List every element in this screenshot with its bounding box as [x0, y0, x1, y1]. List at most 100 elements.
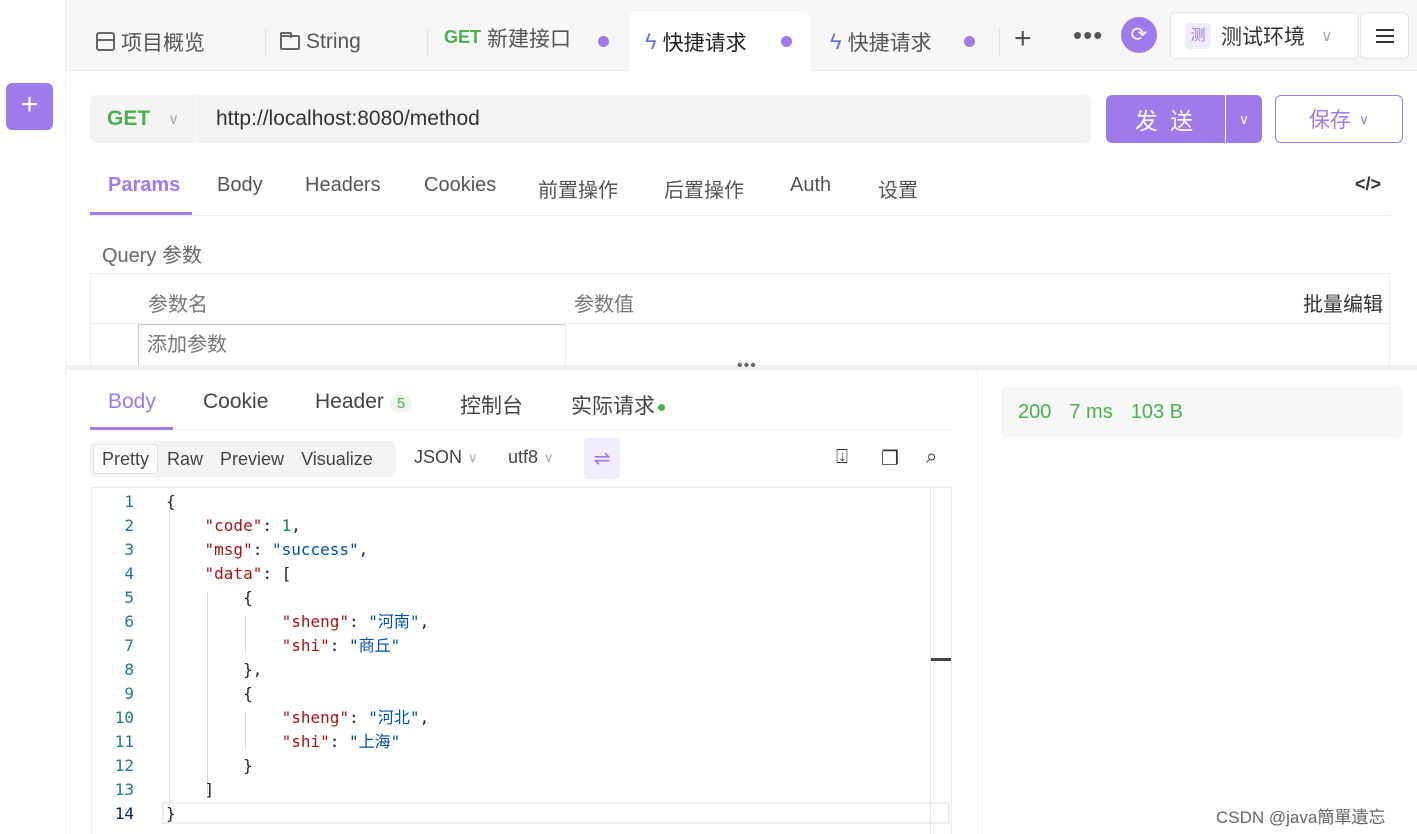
code-text: {	[166, 492, 176, 511]
col-param-name: 参数名	[148, 294, 208, 316]
tab-console[interactable]: 控制台	[460, 390, 523, 420]
tab-response-cookie[interactable]: Cookie	[203, 390, 268, 414]
response-status: 200 7 ms 103 B	[1001, 386, 1403, 438]
tab-response-body[interactable]: Body	[108, 390, 156, 414]
environment-select[interactable]: 测 测试环境 ∨	[1170, 12, 1359, 59]
code-line: 14}	[92, 802, 951, 826]
request-tabs: Params Body Headers Cookies 前置操作 后置操作 Au…	[90, 158, 1390, 216]
drag-handle-icon[interactable]: •••	[737, 357, 757, 375]
tab-settings[interactable]: 设置	[878, 174, 918, 203]
view-mode-group: Pretty Raw Preview Visualize	[90, 441, 396, 477]
code-text: "shi": "商丘"	[281, 636, 401, 655]
tab-string[interactable]: String	[264, 12, 428, 71]
tab-cookies[interactable]: Cookies	[424, 174, 496, 197]
tab-label: 项目概览	[121, 31, 205, 55]
tab-post-request[interactable]: 后置操作	[664, 174, 744, 203]
params-table-header: 参数名 参数值 批量编辑	[91, 274, 1389, 324]
line-number: 10	[114, 708, 134, 727]
encoding-select[interactable]: utf8 ∨	[508, 447, 554, 468]
code-line: 1{	[92, 490, 951, 514]
method-select[interactable]: GET ∨	[90, 95, 196, 143]
line-number: 7	[124, 636, 134, 655]
mode-raw[interactable]: Raw	[159, 444, 211, 474]
tab-label: 快捷请求	[847, 31, 932, 55]
save-button[interactable]: 保存 ∨	[1275, 95, 1403, 143]
line-number: 5	[124, 588, 134, 607]
copy-icon[interactable]: ❐	[881, 446, 899, 471]
tab-params[interactable]: Params	[108, 174, 180, 197]
chevron-down-icon: ∨	[168, 111, 180, 128]
code-text: "code": 1,	[204, 516, 301, 535]
params-table: 参数名 参数值 批量编辑	[90, 273, 1390, 366]
bulk-edit-button[interactable]: 批量编辑	[1303, 288, 1383, 317]
tab-response-header[interactable]: Header 5	[315, 390, 413, 414]
line-number: 8	[124, 660, 134, 679]
send-options-button[interactable]: ∨	[1226, 95, 1262, 143]
more-tabs-button[interactable]: •••	[1073, 20, 1103, 51]
code-line: 13 ]	[92, 778, 951, 802]
tab-auth[interactable]: Auth	[790, 174, 831, 197]
code-text: "msg": "success",	[204, 540, 369, 559]
code-text: {	[166, 684, 253, 703]
tab-project-overview[interactable]: 项目概览	[80, 12, 266, 71]
mode-pretty[interactable]: Pretty	[93, 444, 159, 474]
code-line: 4 "data": [	[92, 562, 951, 586]
tab-body[interactable]: Body	[217, 174, 263, 197]
chevron-down-icon: ∨	[1358, 110, 1370, 127]
tab-pre-request[interactable]: 前置操作	[538, 174, 618, 203]
code-text: ]	[166, 780, 215, 799]
add-param-input[interactable]	[138, 324, 566, 366]
code-line: 7 "shi": "商丘"	[92, 634, 951, 658]
mode-preview[interactable]: Preview	[212, 444, 292, 474]
url-input[interactable]	[196, 95, 1091, 143]
overview-icon	[96, 32, 115, 51]
tab-label: String	[306, 29, 361, 53]
unsaved-dot	[964, 36, 975, 47]
watermark: CSDN @java簡單遺忘	[1216, 808, 1386, 827]
format-type-select[interactable]: JSON ∨	[414, 447, 478, 468]
code-line: 12 }	[92, 754, 951, 778]
send-button[interactable]: 发 送	[1106, 95, 1225, 143]
mode-visualize[interactable]: Visualize	[293, 444, 381, 474]
active-tab-indicator	[90, 212, 192, 215]
code-line: 11 "shi": "上海"	[92, 730, 951, 754]
code-text: }	[166, 804, 176, 823]
code-line: 9 {	[92, 682, 951, 706]
new-item-button[interactable]: +	[6, 83, 53, 130]
tab-new-endpoint[interactable]: GET 新建接口	[428, 8, 628, 67]
download-icon[interactable]: ⍗	[836, 446, 848, 469]
code-text: "data": [	[204, 564, 292, 583]
code-text: }	[166, 756, 253, 775]
search-icon[interactable]: ⌕	[926, 446, 937, 469]
tab-separator	[999, 28, 1000, 56]
response-size: 103 B	[1130, 400, 1183, 423]
url-bar: GET ∨	[90, 95, 1091, 143]
environment-name: 测试环境	[1221, 25, 1305, 49]
tab-quick-request[interactable]: ϟ 快捷请求	[814, 12, 1000, 71]
tab-headers[interactable]: Headers	[305, 174, 381, 197]
code-text: {	[166, 588, 253, 607]
line-number: 4	[124, 564, 134, 583]
app-window: + 项目概览 String GET 新建接口 ϟ 快捷请求 ϟ 快捷请求 + •…	[0, 0, 1417, 834]
tab-quick-request-active[interactable]: ϟ 快捷请求	[629, 12, 810, 71]
add-tab-button[interactable]: +	[1014, 22, 1032, 56]
code-icon[interactable]: </>	[1355, 174, 1381, 195]
word-wrap-icon[interactable]: ⇌	[584, 438, 620, 479]
response-body-editor[interactable]: 1{2 "code": 1, 3 "msg": "success", 4 "data…	[91, 487, 952, 834]
header-count-badge: 5	[389, 395, 413, 412]
response-tabs: Body Cookie Header 5 控制台 实际请求	[90, 374, 952, 430]
tab-bar: 项目概览 String GET 新建接口 ϟ 快捷请求 ϟ 快捷请求 + •••…	[66, 0, 1417, 71]
line-number: 14	[114, 804, 134, 823]
code-text: },	[166, 660, 263, 679]
tab-actual-request[interactable]: 实际请求	[571, 390, 665, 420]
left-rail: +	[0, 0, 66, 834]
chevron-down-icon: ∨	[544, 449, 554, 465]
bolt-icon: ϟ	[830, 28, 842, 54]
menu-button[interactable]	[1360, 12, 1409, 59]
tab-label: Header	[315, 390, 384, 413]
unsaved-dot	[781, 36, 792, 47]
folder-icon	[280, 32, 300, 50]
tab-label: 实际请求	[571, 395, 655, 418]
method-label: GET	[107, 107, 151, 130]
sync-icon[interactable]: ⟳	[1121, 17, 1157, 53]
